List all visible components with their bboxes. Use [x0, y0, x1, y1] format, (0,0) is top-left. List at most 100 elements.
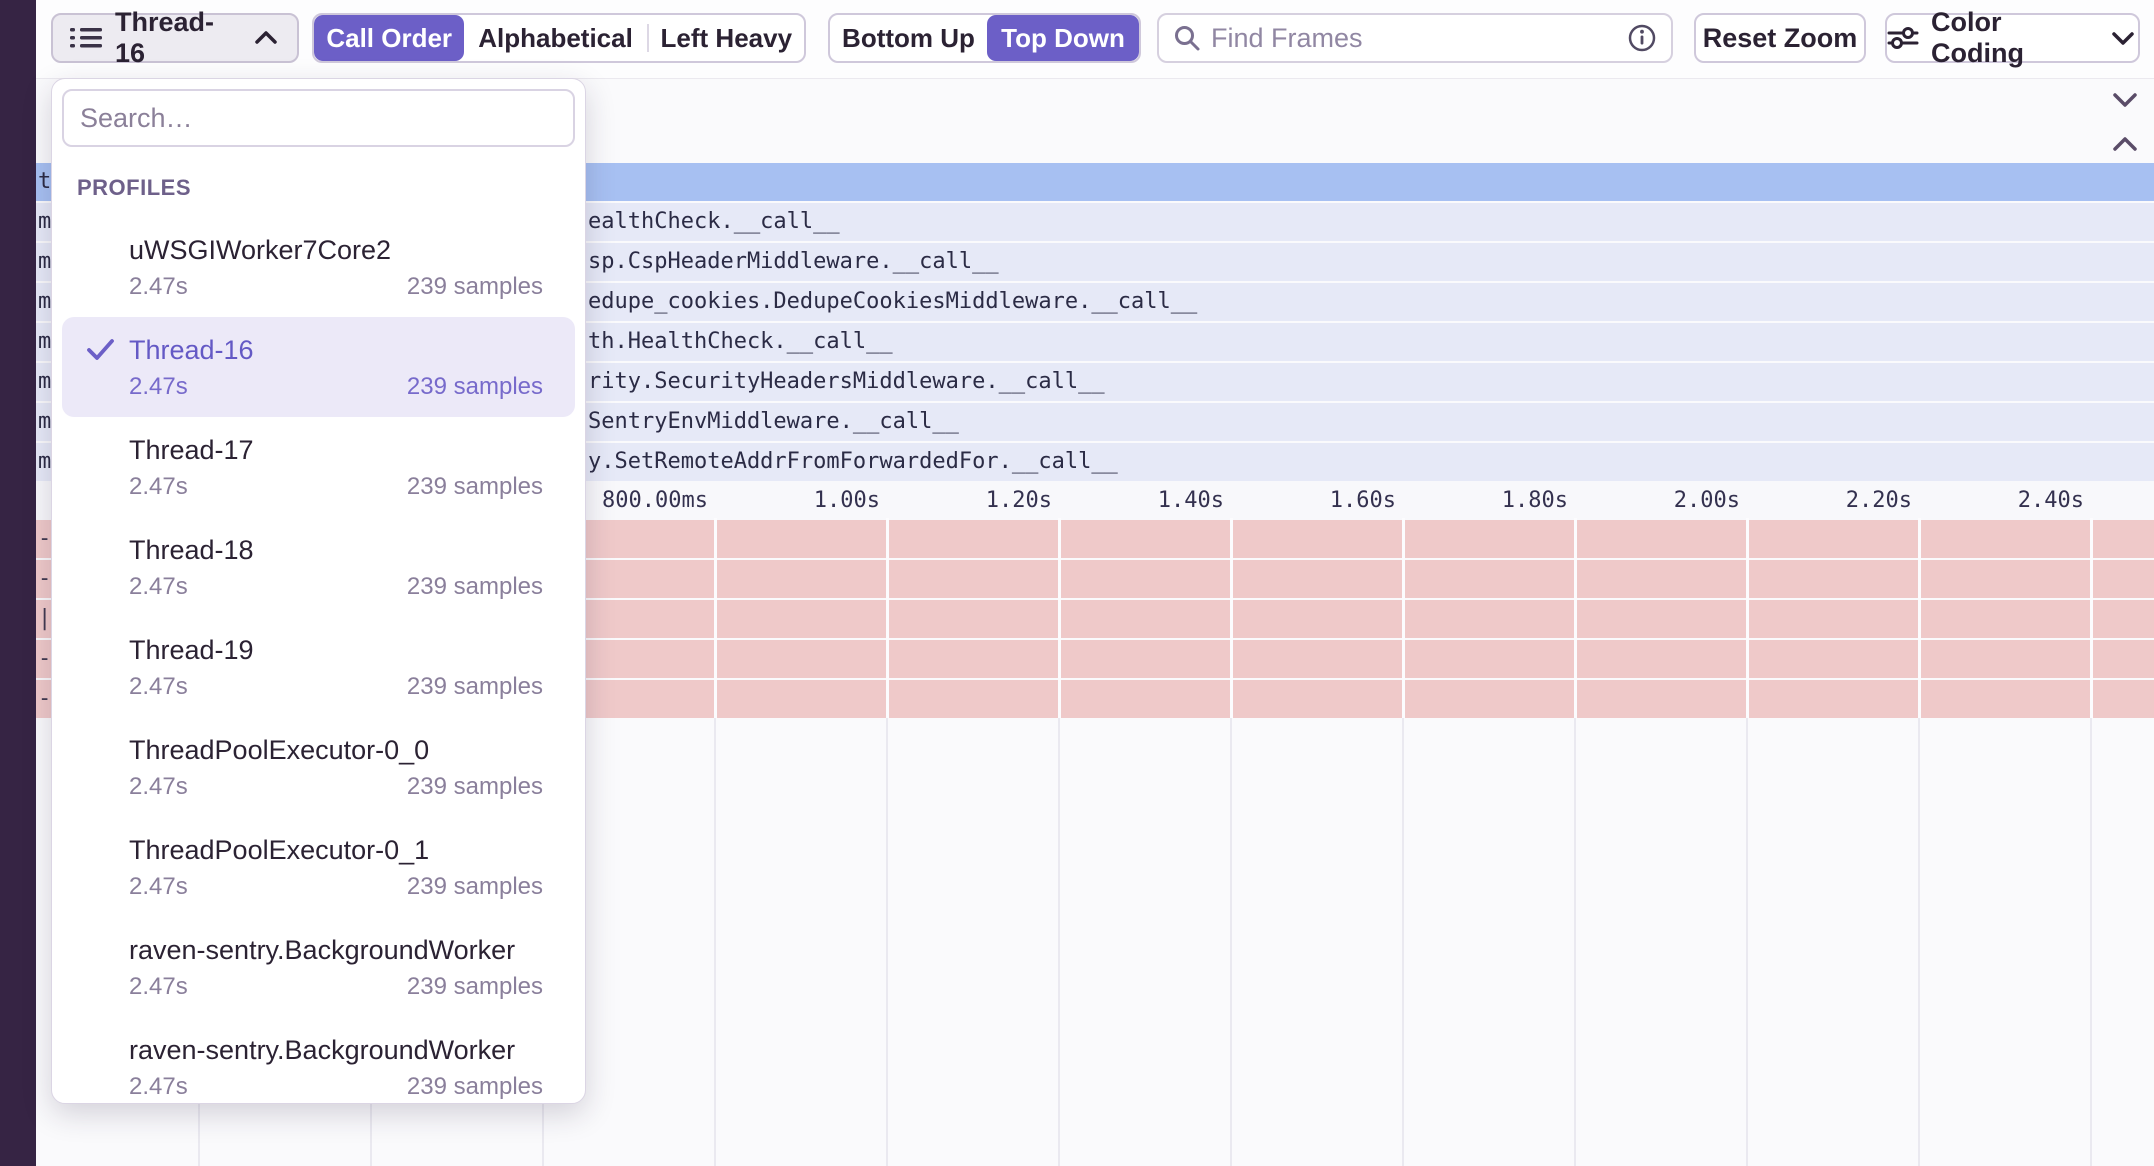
profile-item[interactable]: raven-sentry.BackgroundWorker 2.47s 239 …: [62, 1017, 575, 1104]
search-icon: [1173, 24, 1201, 52]
gridline: [1058, 718, 1060, 1166]
profile-item[interactable]: Thread-19 2.47s 239 samples: [62, 617, 575, 717]
profile-duration: 2.47s: [129, 873, 188, 903]
frame-label-fragment: -: [38, 680, 52, 718]
profile-item-selected[interactable]: Thread-16 2.47s 239 samples: [62, 317, 575, 417]
profiler-screen: t m ealthCheck.__call__ m sp.CspHeaderMi…: [0, 0, 2154, 1166]
gridline: [714, 518, 717, 718]
gridline: [1402, 718, 1404, 1166]
profile-duration: 2.47s: [129, 373, 188, 403]
frame-label-fragment: m: [38, 323, 52, 361]
profile-name: Thread-18: [129, 535, 254, 566]
profile-duration: 2.47s: [129, 573, 188, 603]
frame-label-fragment: m: [38, 243, 52, 281]
info-icon[interactable]: [1627, 23, 1657, 53]
gridline: [2090, 718, 2092, 1166]
profile-duration: 2.47s: [129, 973, 188, 1003]
frame-label-fragment: m: [38, 403, 52, 441]
color-coding-button[interactable]: Color Coding: [1885, 13, 2140, 63]
gridline: [886, 518, 889, 718]
find-frames-placeholder: Find Frames: [1211, 23, 1617, 54]
profile-duration: 2.47s: [129, 673, 188, 703]
gridline: [714, 718, 716, 1166]
frame-label-fragment: m: [38, 283, 52, 321]
checkmark-icon: [86, 337, 129, 363]
profile-name: raven-sentry.BackgroundWorker: [129, 935, 515, 966]
profile-samples: 239 samples: [407, 273, 543, 303]
thread-selector-label: Thread-16: [115, 7, 239, 69]
profile-item[interactable]: ThreadPoolExecutor-0_0 2.47s 239 samples: [62, 717, 575, 817]
gridline: [1058, 518, 1061, 718]
frame-label-fragment: -: [38, 560, 52, 598]
tab-bottom-up[interactable]: Bottom Up: [830, 15, 987, 61]
profile-item[interactable]: raven-sentry.BackgroundWorker 2.47s 239 …: [62, 917, 575, 1017]
frame-label: SentryEnvMiddleware.__call__: [588, 403, 959, 441]
view-segmented-control: Bottom Up Top Down: [828, 13, 1141, 63]
axis-tick-label: 2.00s: [1590, 481, 1740, 520]
frame-label-fragment: |: [38, 600, 52, 638]
dropdown-search-placeholder: Search…: [64, 103, 193, 134]
frame-label-fragment: m: [38, 203, 52, 241]
axis-tick-label: 1.60s: [1246, 481, 1396, 520]
gridline: [886, 718, 888, 1166]
profile-name: uWSGIWorker7Core2: [129, 235, 391, 266]
profile-samples: 239 samples: [407, 673, 543, 703]
reset-zoom-button[interactable]: Reset Zoom: [1694, 13, 1866, 63]
tab-top-down[interactable]: Top Down: [987, 15, 1139, 61]
profile-item[interactable]: Thread-17 2.47s 239 samples: [62, 417, 575, 517]
tab-alphabetical[interactable]: Alphabetical: [464, 15, 646, 61]
gridline: [1746, 718, 1748, 1166]
chevron-up-icon[interactable]: [2108, 131, 2142, 157]
profile-name: ThreadPoolExecutor-0_0: [129, 735, 429, 766]
color-coding-label: Color Coding: [1931, 7, 2096, 69]
frame-label: th.HealthCheck.__call__: [588, 323, 893, 361]
sort-segmented-control: Call Order Alphabetical Left Heavy: [312, 13, 806, 63]
chevron-up-icon: [251, 27, 281, 49]
gridline: [1402, 518, 1405, 718]
frame-label-fragment: m: [38, 443, 52, 481]
profile-name: Thread-16: [129, 335, 254, 366]
tab-left-heavy[interactable]: Left Heavy: [649, 15, 804, 61]
axis-tick-label: 2.40s: [1934, 481, 2084, 520]
axis-tick-label: 1.00s: [730, 481, 880, 520]
list-icon: [69, 24, 103, 52]
axis-tick-label: 1.40s: [1074, 481, 1224, 520]
frame-label: sp.CspHeaderMiddleware.__call__: [588, 243, 999, 281]
thread-selector-dropdown: Search… PROFILES uWSGIWorker7Core2 2.47s…: [51, 78, 586, 1104]
frame-label-fragment: -: [38, 640, 52, 678]
profile-duration: 2.47s: [129, 273, 188, 303]
reset-zoom-label: Reset Zoom: [1703, 23, 1858, 54]
profile-name: ThreadPoolExecutor-0_1: [129, 835, 429, 866]
profile-samples: 239 samples: [407, 373, 543, 403]
profile-samples: 239 samples: [407, 973, 543, 1003]
profile-name: Thread-19: [129, 635, 254, 666]
profile-item[interactable]: ThreadPoolExecutor-0_1 2.47s 239 samples: [62, 817, 575, 917]
gridline: [1230, 518, 1233, 718]
profile-name: Thread-17: [129, 435, 254, 466]
profile-item[interactable]: uWSGIWorker7Core2 2.47s 239 samples: [62, 217, 575, 317]
gridline: [1574, 518, 1577, 718]
chevron-down-icon: [2108, 27, 2138, 49]
frame-label-fragment: -: [38, 520, 52, 558]
frame-label: ealthCheck.__call__: [588, 203, 840, 241]
sliders-icon: [1887, 25, 1919, 51]
gridline: [1230, 718, 1232, 1166]
gridline: [1574, 718, 1576, 1166]
profile-duration: 2.47s: [129, 473, 188, 503]
find-frames-input[interactable]: Find Frames: [1157, 13, 1673, 63]
dropdown-search-input[interactable]: Search…: [62, 89, 575, 147]
profile-samples: 239 samples: [407, 1073, 543, 1103]
profile-samples: 239 samples: [407, 473, 543, 503]
profiles-section-label: PROFILES: [77, 175, 191, 201]
frame-label-fragment: t: [38, 163, 52, 201]
frame-label-fragment: m: [38, 363, 52, 401]
chevron-down-icon[interactable]: [2108, 87, 2142, 113]
profile-name: raven-sentry.BackgroundWorker: [129, 1035, 515, 1066]
thread-selector-button[interactable]: Thread-16: [51, 13, 299, 63]
profile-item[interactable]: Thread-18 2.47s 239 samples: [62, 517, 575, 617]
profile-samples: 239 samples: [407, 873, 543, 903]
gridline: [1746, 518, 1749, 718]
axis-tick-label: 1.20s: [902, 481, 1052, 520]
frame-label: y.SetRemoteAddrFromForwardedFor.__call__: [588, 443, 1118, 481]
tab-call-order[interactable]: Call Order: [314, 15, 464, 61]
